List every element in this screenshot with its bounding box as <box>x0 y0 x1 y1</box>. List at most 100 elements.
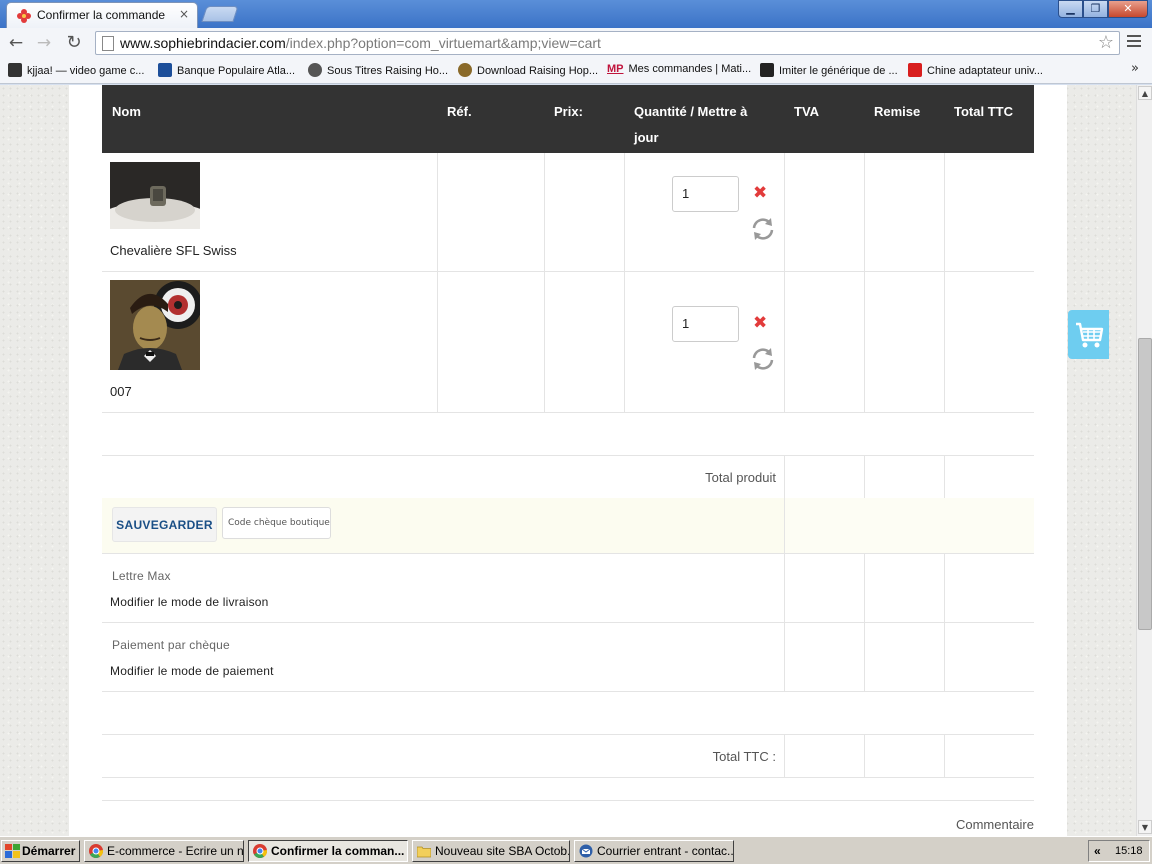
back-arrow-icon[interactable]: ← <box>4 31 28 55</box>
page-viewport: Nom Réf. Prix: Quantité / Mettre à jour … <box>0 85 1136 836</box>
bookmark-chine-adaptateur[interactable]: Chine adaptateur univ... <box>908 63 1043 77</box>
chrome-menu-icon[interactable] <box>1127 35 1141 49</box>
bookmark-label: Banque Populaire Atla... <box>177 65 296 77</box>
coupon-code-input[interactable]: Code chèque boutique <box>222 507 331 539</box>
cart-header-row: Nom Réf. Prix: Quantité / Mettre à jour … <box>102 85 1034 153</box>
bookmark-mes-commandes[interactable]: MP Mes commandes | Mati... <box>607 63 751 75</box>
column-divider <box>437 153 438 412</box>
task-nouveau-site[interactable]: Nouveau site SBA Octob... <box>412 840 570 862</box>
scroll-up-arrow-icon[interactable]: ▲ <box>1138 86 1152 100</box>
url-host: www.sophiebrindacier.com <box>120 35 286 51</box>
row-divider <box>102 412 1034 413</box>
flower-favicon-icon <box>17 9 31 23</box>
bookmark-banque-populaire[interactable]: Banque Populaire Atla... <box>158 63 295 77</box>
tab-confirmer-la-commande[interactable]: Confirmer la commande × <box>6 2 198 28</box>
minimize-button[interactable]: ▁ <box>1058 0 1083 18</box>
show-hidden-icons-icon[interactable]: « <box>1094 841 1101 861</box>
bookmark-label: Download Raising Hop... <box>477 65 599 77</box>
comment-label: Commentaire <box>955 817 1034 832</box>
header-quantity-line2: jour <box>634 130 659 145</box>
tv-icon <box>308 63 322 77</box>
delete-icon[interactable]: ✖ <box>753 183 767 203</box>
task-ecommerce[interactable]: E-commerce - Ecrire un n... <box>84 840 244 862</box>
forward-arrow-icon[interactable]: → <box>32 31 56 55</box>
product-name[interactable]: Chevalière SFL Swiss <box>110 243 237 258</box>
column-divider <box>944 734 945 777</box>
reload-icon[interactable]: ↻ <box>62 31 86 55</box>
task-label: Confirmer la comman... <box>271 844 405 858</box>
vertical-scrollbar[interactable]: ▲ ▼ <box>1136 85 1152 836</box>
tab-close-icon[interactable]: × <box>179 7 189 21</box>
clapper-icon <box>760 63 774 77</box>
task-confirmer-commande[interactable]: Confirmer la comman... <box>248 840 408 862</box>
shipping-method-title: Lettre Max <box>112 569 171 583</box>
column-divider <box>864 455 865 498</box>
close-window-button[interactable]: ✕ <box>1108 0 1148 18</box>
banque-populaire-icon <box>158 63 172 77</box>
page-content: Nom Réf. Prix: Quantité / Mettre à jour … <box>69 85 1067 836</box>
change-shipping-link[interactable]: Modifier le mode de livraison <box>110 595 269 609</box>
row-divider <box>102 734 1034 735</box>
coupon-row-right <box>785 498 1034 553</box>
task-label: Nouveau site SBA Octob... <box>435 844 570 858</box>
floating-cart-button[interactable] <box>1068 310 1109 359</box>
page-icon <box>102 36 114 51</box>
task-label: Courrier entrant - contac... <box>597 844 734 858</box>
column-divider <box>784 498 785 553</box>
torrent-icon <box>458 63 472 77</box>
coupon-row: SAUVEGARDER Code chèque boutique <box>102 498 1034 553</box>
quantity-input[interactable]: 1 <box>672 306 739 342</box>
start-label: Démarrer <box>22 844 76 858</box>
portrait-painting[interactable] <box>110 280 200 370</box>
chrome-icon <box>253 844 267 858</box>
row-divider <box>102 455 1034 456</box>
m-logo-icon <box>908 63 922 77</box>
mp-icon: MP <box>607 63 624 75</box>
windows-taskbar: Démarrer E-commerce - Ecrire un n... Con… <box>0 836 1152 864</box>
header-name: Nom <box>112 104 141 119</box>
bookmark-star-icon[interactable]: ☆ <box>1098 32 1114 53</box>
bookmark-imiter[interactable]: Imiter le générique de ... <box>760 63 898 77</box>
chrome-icon <box>89 844 103 858</box>
bookmarks-bar: kjjaa! — video game c... Banque Populair… <box>0 58 1152 84</box>
column-divider <box>784 734 785 777</box>
product-name[interactable]: 007 <box>110 384 132 399</box>
bookmarks-overflow-icon[interactable]: » <box>1131 61 1139 76</box>
bookmark-download[interactable]: Download Raising Hop... <box>458 63 598 77</box>
new-tab-button[interactable] <box>201 6 239 22</box>
folder-icon <box>417 846 431 858</box>
browser-titlebar: Confirmer la commande × ▁ ❐ ✕ <box>0 0 1152 28</box>
bookmark-label: kjjaa! — video game c... <box>27 65 145 77</box>
address-bar[interactable]: www.sophiebrindacier.com/index.php?optio… <box>95 31 1120 55</box>
column-divider <box>864 153 865 412</box>
scrollbar-thumb[interactable] <box>1138 338 1152 630</box>
row-divider <box>102 622 1034 623</box>
header-quantity: Quantité / Mettre à <box>634 104 748 119</box>
column-divider <box>864 734 865 777</box>
row-divider <box>102 800 1034 801</box>
windows-logo-icon <box>5 844 20 858</box>
header-total: Total TTC <box>954 104 1013 119</box>
header-ref: Réf. <box>447 104 472 119</box>
save-button[interactable]: SAUVEGARDER <box>112 507 217 542</box>
scroll-down-arrow-icon[interactable]: ▼ <box>1138 820 1152 834</box>
start-button[interactable]: Démarrer <box>1 840 80 862</box>
refresh-icon[interactable] <box>750 216 776 242</box>
row-divider <box>102 553 1034 554</box>
quantity-input[interactable]: 1 <box>672 176 739 212</box>
task-courrier-entrant[interactable]: Courrier entrant - contac... <box>574 840 734 862</box>
bookmark-sous-titres[interactable]: Sous Titres Raising Ho... <box>308 63 448 77</box>
url-text: www.sophiebrindacier.com/index.php?optio… <box>120 35 601 51</box>
refresh-icon[interactable] <box>750 346 776 372</box>
thunderbird-icon <box>579 844 593 858</box>
system-tray: « 15:18 <box>1088 840 1150 862</box>
bookmark-kjjaa[interactable]: kjjaa! — video game c... <box>8 63 144 77</box>
bookmark-label: Imiter le générique de ... <box>779 65 898 77</box>
delete-icon[interactable]: ✖ <box>753 313 767 333</box>
header-discount: Remise <box>874 104 921 119</box>
clock[interactable]: 15:18 <box>1115 841 1143 861</box>
column-divider <box>624 153 625 412</box>
maximize-button[interactable]: ❐ <box>1083 0 1108 18</box>
change-payment-link[interactable]: Modifier le mode de paiement <box>110 664 274 678</box>
ring-photo[interactable] <box>110 162 200 229</box>
